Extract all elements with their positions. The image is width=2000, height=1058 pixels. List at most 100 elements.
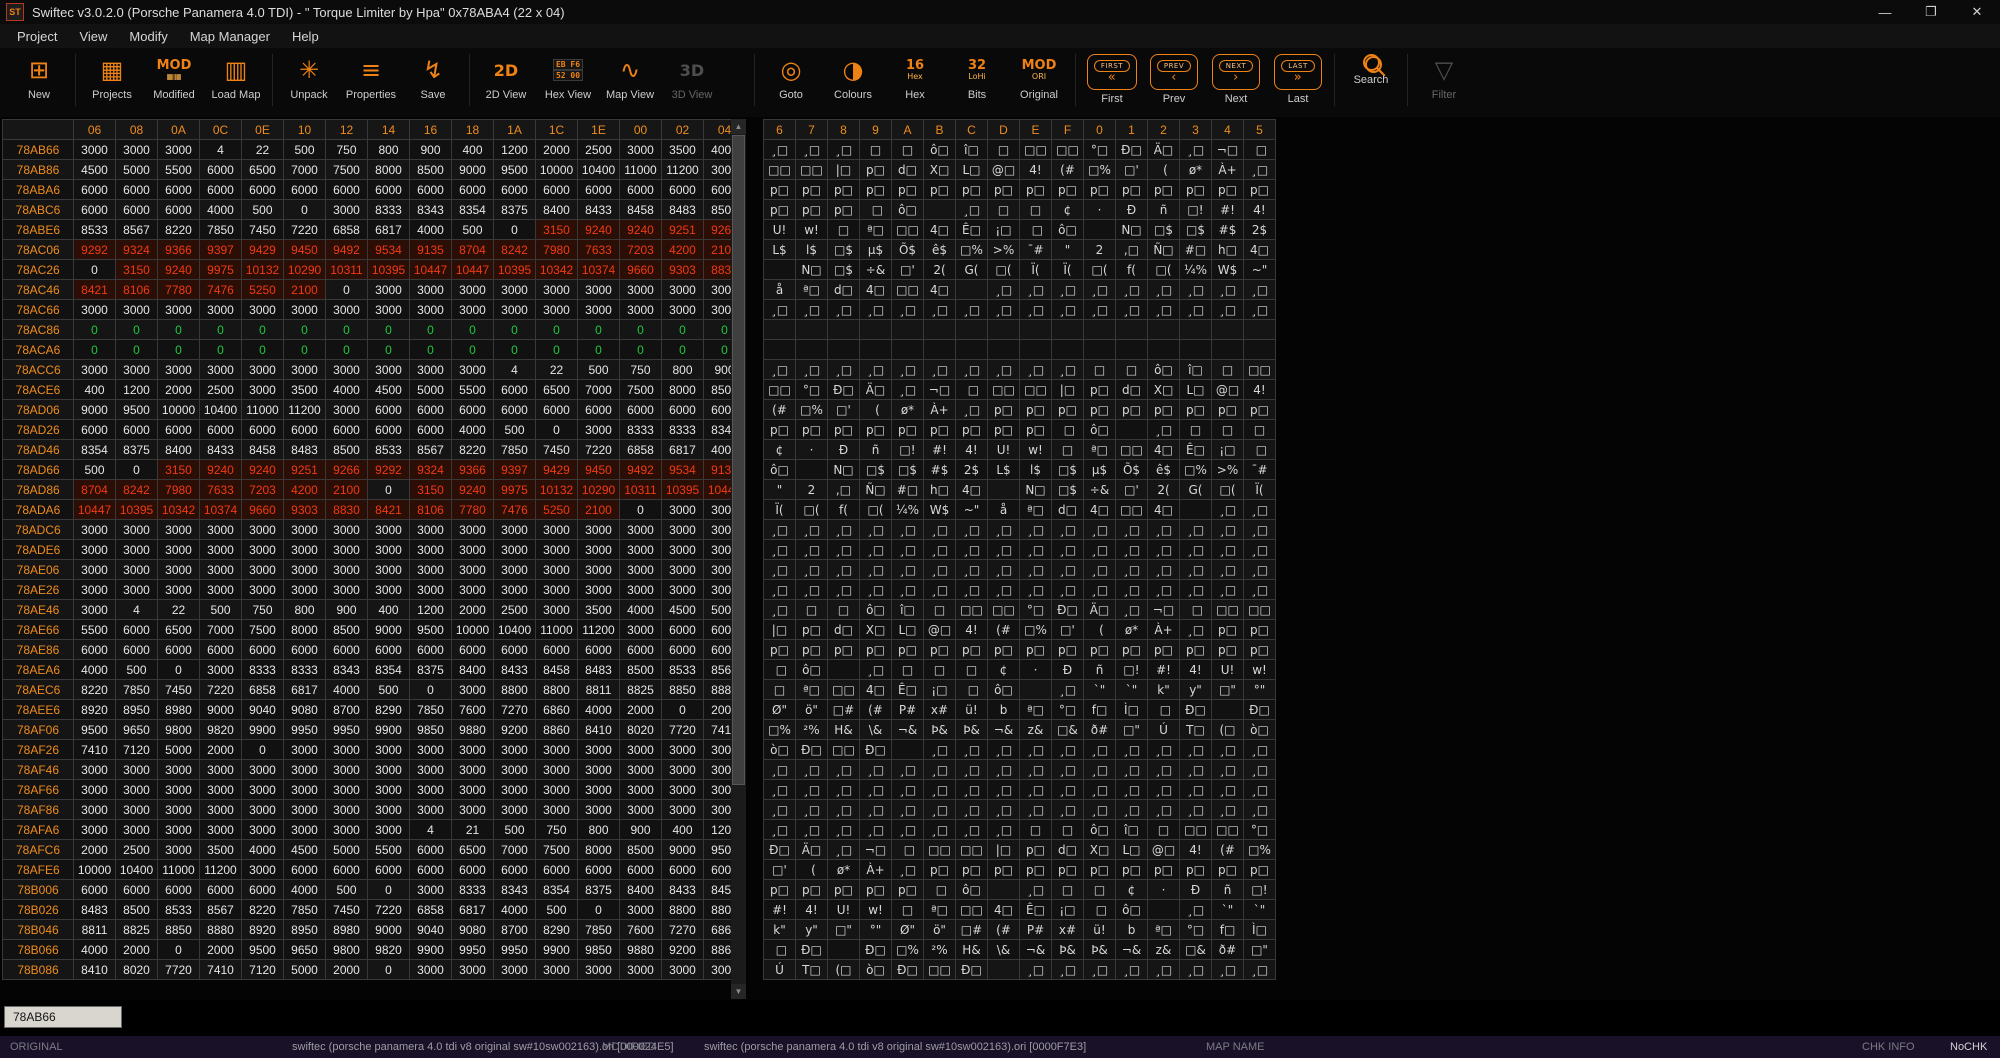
hex-cell[interactable]: ¸□ — [988, 820, 1020, 840]
hex-cell[interactable]: □ — [828, 600, 860, 620]
grid-cell[interactable]: 9492 — [620, 460, 662, 480]
hex-cell[interactable]: ¸□ — [860, 520, 892, 540]
hex-cell[interactable]: ¸□ — [796, 800, 828, 820]
grid-cell[interactable]: 8354 — [452, 200, 494, 220]
hex-cell[interactable]: 4! — [956, 620, 988, 640]
grid-cell[interactable]: 3000 — [662, 800, 704, 820]
hex-cell[interactable]: 4! — [1180, 840, 1212, 860]
hex-cell[interactable]: ¸□ — [828, 760, 860, 780]
grid-cell[interactable]: 7450 — [242, 220, 284, 240]
hex-cell[interactable]: °□ — [1180, 920, 1212, 940]
grid-cell[interactable]: 10290 — [284, 260, 326, 280]
hex-cell[interactable]: ¸□ — [1148, 420, 1180, 440]
grid-cell[interactable]: 3000 — [452, 280, 494, 300]
hex-cell[interactable]: N□ — [1116, 220, 1148, 240]
hex-cell[interactable]: ò□ — [1244, 720, 1276, 740]
hex-cell[interactable]: ª□ — [796, 280, 828, 300]
grid-cell[interactable]: 3000 — [452, 760, 494, 780]
hex-cell[interactable]: □% — [956, 240, 988, 260]
map-view-button[interactable]: ∿Map View — [599, 52, 661, 101]
hex-cell[interactable]: b — [1116, 920, 1148, 940]
hex-cell[interactable]: ¸□ — [1212, 300, 1244, 320]
grid-cell[interactable]: 5000 — [158, 740, 200, 760]
hex-cell[interactable]: `" — [1212, 900, 1244, 920]
menu-project[interactable]: Project — [6, 26, 68, 47]
grid-cell[interactable]: 0 — [326, 320, 368, 340]
hex-cell[interactable]: · — [1148, 880, 1180, 900]
grid-cell[interactable]: 10342 — [158, 500, 200, 520]
hex-cell[interactable] — [924, 320, 956, 340]
hex-cell[interactable]: î□ — [956, 140, 988, 160]
grid-cell[interactable]: 3000 — [242, 360, 284, 380]
hex-cell[interactable]: p□ — [924, 180, 956, 200]
hex-cell[interactable]: p□ — [796, 200, 828, 220]
grid-cell[interactable]: 3000 — [578, 560, 620, 580]
hex-cell[interactable]: @□ — [988, 160, 1020, 180]
hex-cell[interactable]: □ — [1084, 880, 1116, 900]
hex-cell[interactable]: ¸□ — [860, 300, 892, 320]
grid-cell[interactable]: 3000 — [242, 300, 284, 320]
hex-cell[interactable]: □ — [892, 660, 924, 680]
grid-cell[interactable]: 9820 — [368, 940, 410, 960]
hex-cell[interactable]: □□ — [1052, 140, 1084, 160]
grid-cell[interactable]: 0 — [242, 320, 284, 340]
grid-cell[interactable]: 3000 — [536, 540, 578, 560]
grid-cell[interactable]: 7980 — [536, 240, 578, 260]
hex-cell[interactable]: ¸□ — [1116, 740, 1148, 760]
grid-cell[interactable]: 3000 — [578, 520, 620, 540]
grid-cell[interactable]: 0 — [494, 320, 536, 340]
hex-cell[interactable]: □ — [1052, 420, 1084, 440]
hex-cell[interactable]: ¸□ — [828, 840, 860, 860]
grid-cell[interactable]: 9450 — [578, 460, 620, 480]
hex-cell[interactable]: 4□ — [924, 220, 956, 240]
hex-cell[interactable]: ¸□ — [1020, 300, 1052, 320]
hex-cell[interactable]: □' — [828, 400, 860, 420]
grid-cell[interactable]: 3500 — [284, 380, 326, 400]
hex-cell[interactable]: □ — [1020, 220, 1052, 240]
vertical-scrollbar[interactable]: ▲ ▼ — [731, 119, 746, 999]
hex-cell[interactable]: ¸□ — [892, 780, 924, 800]
hex-cell[interactable]: ô□ — [956, 880, 988, 900]
hex-cell[interactable]: ¬□ — [924, 380, 956, 400]
hex-cell[interactable]: ¢ — [988, 660, 1020, 680]
grid-cell[interactable]: 3000 — [494, 280, 536, 300]
grid-cell[interactable]: 3000 — [158, 820, 200, 840]
grid-cell[interactable]: 7450 — [536, 440, 578, 460]
grid-cell[interactable]: 9660 — [242, 500, 284, 520]
hex-cell[interactable]: ¸□ — [892, 360, 924, 380]
hex-cell[interactable]: 4□ — [956, 480, 988, 500]
grid-cell[interactable]: 3000 — [326, 800, 368, 820]
grid-cell[interactable]: 0 — [452, 320, 494, 340]
grid-cell[interactable]: 0 — [284, 340, 326, 360]
hex-cell[interactable] — [1116, 340, 1148, 360]
hex-cell[interactable]: (# — [988, 620, 1020, 640]
hex-cell[interactable]: ¸□ — [1084, 740, 1116, 760]
hex-cell[interactable]: ¸□ — [764, 800, 796, 820]
grid-cell[interactable]: 9240 — [578, 220, 620, 240]
hex-cell[interactable]: Ð□ — [1052, 600, 1084, 620]
grid-cell[interactable]: 4500 — [284, 840, 326, 860]
grid-cell[interactable]: 6000 — [158, 420, 200, 440]
hex-cell[interactable]: ¡□ — [924, 680, 956, 700]
grid-cell[interactable]: 10395 — [662, 480, 704, 500]
hex-cell[interactable]: □□ — [988, 380, 1020, 400]
hex-cell[interactable]: ¸□ — [1052, 580, 1084, 600]
hex-cell[interactable]: p□ — [1052, 400, 1084, 420]
grid-cell[interactable]: 9324 — [410, 460, 452, 480]
hex-cell[interactable]: p□ — [1020, 640, 1052, 660]
grid-cell[interactable]: 8483 — [578, 660, 620, 680]
grid-cell[interactable]: 3000 — [410, 960, 452, 980]
hex-cell[interactable]: ¸□ — [956, 300, 988, 320]
hex-cell[interactable] — [988, 320, 1020, 340]
grid-cell[interactable]: 9303 — [284, 500, 326, 520]
hex-cell[interactable]: ª□ — [1020, 700, 1052, 720]
grid-cell[interactable]: 3000 — [578, 800, 620, 820]
grid-cell[interactable]: 3000 — [620, 300, 662, 320]
grid-cell[interactable]: 3000 — [494, 580, 536, 600]
grid-cell[interactable]: 7850 — [116, 680, 158, 700]
grid-cell[interactable]: 3000 — [452, 740, 494, 760]
grid-cell[interactable]: 3000 — [662, 960, 704, 980]
hex-cell[interactable]: □% — [796, 400, 828, 420]
hex-cell[interactable]: ô□ — [988, 680, 1020, 700]
grid-cell[interactable]: 4000 — [200, 200, 242, 220]
